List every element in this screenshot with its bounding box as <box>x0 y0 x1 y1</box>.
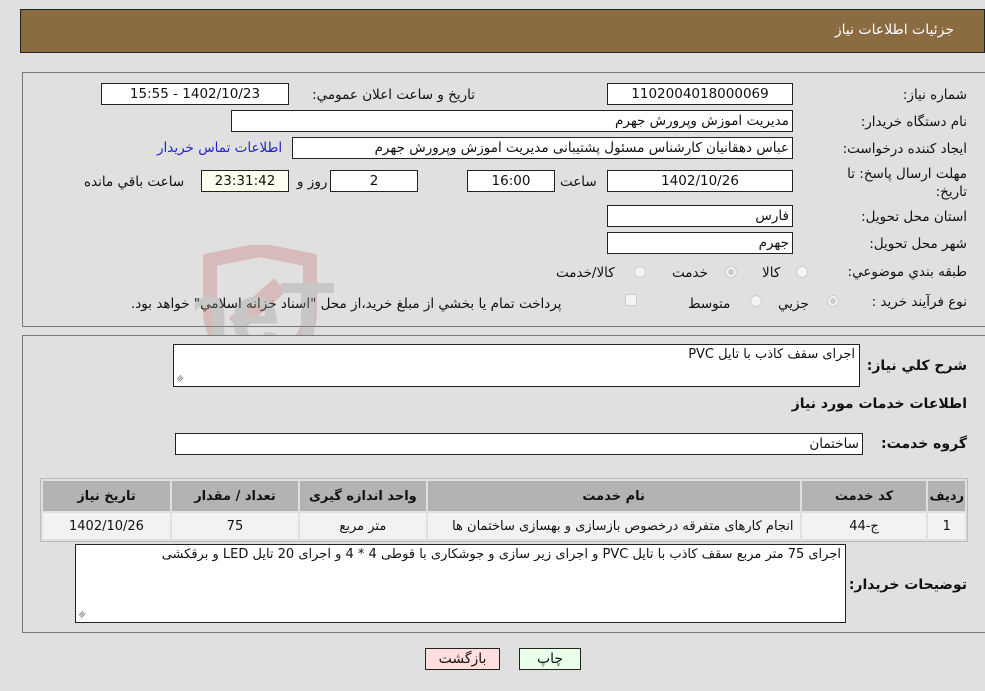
remaining-time-label: ساعت باقي مانده <box>84 174 185 190</box>
cell-row-number: 1 <box>928 513 965 539</box>
summary-label: شرح كلي نياز: <box>866 358 967 374</box>
table-row[interactable]: 1 ج-44 انجام کارهای متفرقه درخصوص بازساز… <box>43 513 965 539</box>
summary-text: اجرای سقف کاذب با تایل PVC <box>688 347 855 362</box>
services-heading: اطلاعات خدمات مورد نياز <box>791 396 967 412</box>
cell-service-code: ج-44 <box>801 513 927 539</box>
cell-unit: متر مربع <box>299 513 426 539</box>
buyer-notes-text: اجرای 75 متر مربع سقف کاذب با تایل PVC و… <box>161 547 841 562</box>
service-group-label: گروه خدمت: <box>881 436 967 452</box>
category-radio-goods[interactable] <box>796 266 808 278</box>
deadline-time-label: ساعت <box>560 174 597 190</box>
col-row-number[interactable]: رديف <box>928 481 965 511</box>
creator-field[interactable]: عباس دهقانیان کارشناس مسئول پشتیبانی مدی… <box>292 137 793 159</box>
buyer-contact-link[interactable]: اطلاعات تماس خريدار <box>157 140 282 156</box>
buyer-notes-textarea[interactable]: اجرای 75 متر مربع سقف کاذب با تایل PVC و… <box>75 544 846 623</box>
col-service-name[interactable]: نام خدمت <box>427 481 800 511</box>
announce-datetime-field[interactable]: 1402/10/23 - 15:55 <box>101 83 289 105</box>
col-unit[interactable]: واحد اندازه گيری <box>299 481 426 511</box>
cell-quantity: 75 <box>171 513 298 539</box>
deadline-date-field[interactable]: 1402/10/26 <box>607 170 793 192</box>
buyer-org-field[interactable]: مديريت اموزش وپرورش جهرم <box>231 110 793 132</box>
need-number-label: شماره نياز: <box>902 87 967 103</box>
remaining-time-field[interactable]: 23:31:42 <box>201 170 289 192</box>
services-table: رديف كد خدمت نام خدمت واحد اندازه گيری ت… <box>40 478 968 542</box>
service-group-field[interactable]: ساختمان <box>175 433 863 455</box>
category-label: طبقه بندي موضوعي: <box>847 264 967 280</box>
col-service-code[interactable]: كد خدمت <box>801 481 927 511</box>
process-radio-minor[interactable] <box>827 295 839 307</box>
category-radio-service[interactable] <box>725 266 737 278</box>
category-option-goods: كالا <box>762 265 781 281</box>
city-field[interactable]: جهرم <box>607 232 793 254</box>
days-label: روز و <box>297 174 328 190</box>
process-type-label: نوع فرآيند خريد : <box>871 294 967 310</box>
page-header: جزئيات اطلاعات نياز <box>20 9 985 53</box>
treasury-checkbox[interactable] <box>625 294 637 306</box>
col-need-date[interactable]: تاريخ نياز <box>43 481 170 511</box>
resize-grip-icon[interactable]: ≡ <box>77 609 89 621</box>
cell-service-name: انجام کارهای متفرقه درخصوص بازسازی و بهس… <box>427 513 800 539</box>
treasury-checkbox-label: پرداخت تمام يا بخشي از مبلغ خريد،از محل … <box>131 296 562 312</box>
city-label: شهر محل تحويل: <box>869 236 967 252</box>
category-radio-goods-service[interactable] <box>634 266 646 278</box>
process-option-minor: جزيي <box>778 296 809 312</box>
cell-need-date: 1402/10/26 <box>43 513 170 539</box>
category-option-service: خدمت <box>672 265 708 281</box>
category-option-goods-service: كالا/خدمت <box>556 265 615 281</box>
province-label: استان محل تحويل: <box>861 209 967 225</box>
announce-label: تاريخ و ساعت اعلان عمومي: <box>312 87 475 103</box>
creator-label: ايجاد كننده درخواست: <box>842 141 967 157</box>
buyer-org-label: نام دستگاه خريدار: <box>860 114 967 130</box>
resize-grip-icon[interactable]: ≡ <box>175 373 187 385</box>
deadline-label: مهلت ارسال پاسخ: تا تاريخ: <box>847 166 967 200</box>
need-number-field[interactable]: 1102004018000069 <box>607 83 793 105</box>
buyer-notes-label: توضيحات خريدار: <box>848 577 967 593</box>
print-button[interactable]: چاپ <box>519 648 581 670</box>
summary-textarea[interactable]: اجرای سقف کاذب با تایل PVC ≡ <box>173 344 860 387</box>
table-header-row: رديف كد خدمت نام خدمت واحد اندازه گيری ت… <box>43 481 965 511</box>
process-option-medium: متوسط <box>688 296 731 312</box>
page-title: جزئيات اطلاعات نياز <box>834 22 954 38</box>
days-remaining-field[interactable]: 2 <box>330 170 418 192</box>
process-radio-medium[interactable] <box>750 295 762 307</box>
back-button[interactable]: بازگشت <box>425 648 500 670</box>
deadline-time-field[interactable]: 16:00 <box>467 170 555 192</box>
province-field[interactable]: فارس <box>607 205 793 227</box>
col-quantity[interactable]: تعداد / مقدار <box>171 481 298 511</box>
